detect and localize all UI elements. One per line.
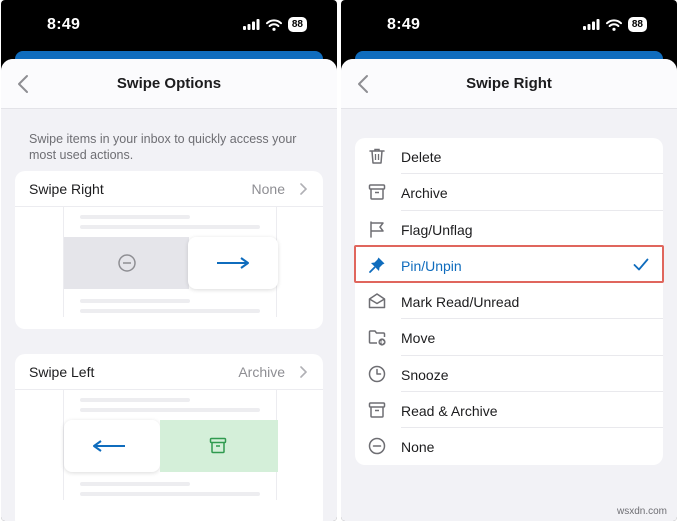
arrow-left-icon [93,440,125,452]
option-archive[interactable]: Archive [355,174,663,211]
watermark: wsxdn.com [616,506,667,517]
archive-icon [209,437,227,454]
archive-icon [368,184,386,201]
skeleton-line [80,299,190,303]
skeleton-line [80,225,260,229]
swipe-right-card: Swipe Right None [15,171,323,329]
checkmark-icon [633,258,649,271]
option-pin-unpin[interactable]: Pin/Unpin [354,244,664,284]
minus-circle-icon [118,254,136,272]
sheet-header: Swipe Options [1,59,337,109]
swipe-right-label: Swipe Right [29,181,104,197]
description-text: Swipe items in your inbox to quickly acc… [29,132,297,162]
swipe-action-area [160,420,278,472]
swipe-left-value: Archive [238,364,285,380]
minus-circle-icon [368,438,386,455]
option-none[interactable]: None [355,428,663,464]
option-label: Mark Read/Unread [401,294,520,311]
option-flag-unflag[interactable]: Flag/Unflag [355,211,663,247]
option-label: Archive [401,185,448,202]
arrow-right-icon [217,257,249,269]
swipe-right-preview [15,207,323,317]
status-bar: 8:49 88 [341,0,677,52]
trash-icon [369,148,385,164]
clock-icon [368,365,386,383]
option-delete[interactable]: Delete [355,138,663,175]
swipe-right-value: None [251,181,285,197]
status-icons: 88 [242,17,307,32]
preview-message-card [64,420,160,472]
skeleton-line [80,482,190,486]
option-label: Move [401,330,436,347]
swipe-left-label: Swipe Left [29,364,95,380]
archive-icon [368,402,386,418]
option-snooze[interactable]: Snooze [355,356,663,393]
skeleton-line [80,215,190,219]
settings-sheet: Swipe Options Swipe items in your inbox … [1,59,337,521]
swipe-action-area [64,237,189,289]
skeleton-line [80,492,260,496]
option-label: Flag/Unflag [401,221,473,238]
wifi-icon [605,18,622,31]
option-move[interactable]: Move [355,319,663,356]
sheet-header: Swipe Right [341,59,677,109]
skeleton-line [80,408,260,412]
wifi-icon [265,18,282,31]
battery-indicator: 88 [287,17,307,32]
option-label: None [401,439,435,456]
envelope-open-icon [368,293,386,309]
page-title: Swipe Right [466,75,552,92]
option-label: Pin/Unpin [401,257,462,274]
preview-message-card [188,237,278,289]
option-label: Delete [401,149,442,165]
phone-screen-swipe-options: 8:49 88 Swipe Options Swipe items in you… [1,0,337,521]
status-time: 8:49 [387,16,421,33]
cellular-signal-icon [242,19,260,30]
page-title: Swipe Options [116,75,222,92]
option-label: Snooze [401,366,449,383]
status-icons: 88 [582,17,647,32]
chevron-right-icon [300,183,307,195]
folder-move-icon [368,330,386,347]
swipe-right-row[interactable]: Swipe Right None [15,171,323,207]
preview-message-list [63,207,278,317]
preview-message-list [63,390,278,500]
flag-icon [370,220,384,238]
swipe-action-options: Delete Archive Flag/Unflag Pin/Unpin Mar… [354,138,664,465]
swipe-left-card: Swipe Left Archive [15,354,323,521]
swipe-left-preview [15,390,323,500]
cellular-signal-icon [582,19,600,30]
skeleton-line [80,309,260,313]
chevron-right-icon [300,366,307,378]
option-read-and-archive[interactable]: Read & Archive [355,392,663,429]
status-time: 8:49 [47,16,81,33]
pin-icon [369,257,385,273]
skeleton-line [80,398,190,402]
option-label: Read & Archive [401,403,498,420]
status-bar: 8:49 88 [1,0,337,52]
option-mark-read-unread[interactable]: Mark Read/Unread [355,283,663,320]
battery-indicator: 88 [627,17,647,32]
swipe-left-row[interactable]: Swipe Left Archive [15,354,323,390]
phone-screen-swipe-right: 8:49 88 Swipe Right Delete Archive Flag/… [341,0,677,521]
settings-sheet: Swipe Right Delete Archive Flag/Unflag P… [341,59,677,521]
